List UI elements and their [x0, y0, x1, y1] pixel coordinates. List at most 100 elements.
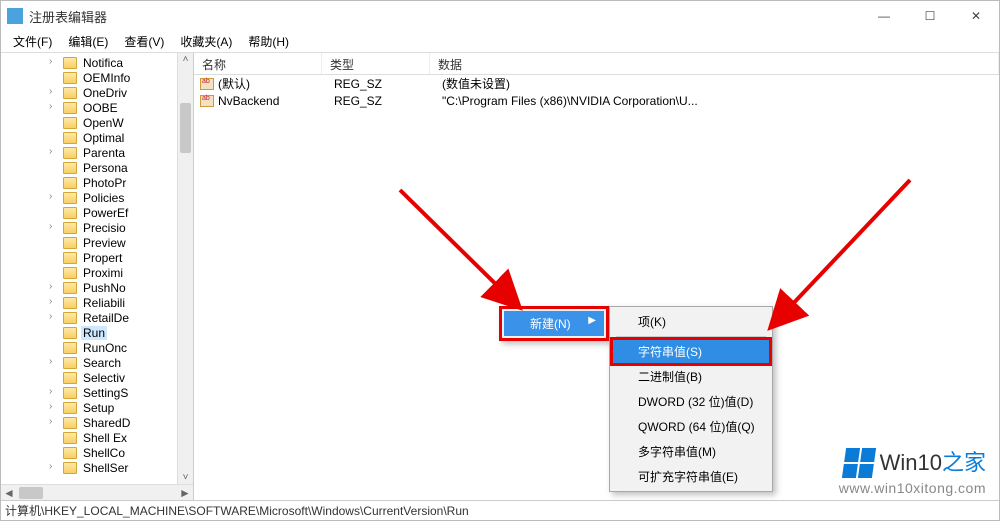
tree-item-label: Policies [81, 191, 126, 205]
expand-toggle-icon[interactable]: › [49, 402, 59, 412]
menu-item-4[interactable]: QWORD (64 位)值(Q) [612, 414, 770, 439]
tree-item[interactable]: › Notifica [1, 55, 193, 70]
expand-toggle-icon[interactable]: › [49, 57, 59, 67]
expand-toggle-icon[interactable]: › [49, 357, 59, 367]
title-bar: 注册表编辑器 — ☐ ✕ [1, 1, 999, 31]
tree-item[interactable]: ShellCo [1, 445, 193, 460]
tree-item-label: RunOnc [81, 341, 129, 355]
menu-file[interactable]: 文件(F) [5, 31, 60, 52]
tree-item[interactable]: › ShellSer [1, 460, 193, 475]
tree-item-label: ShellSer [81, 461, 130, 475]
menu-item-label: 新建(N) [530, 317, 571, 331]
folder-icon [63, 282, 77, 294]
tree-item[interactable]: RunOnc [1, 340, 193, 355]
folder-icon [63, 252, 77, 264]
tree-item[interactable]: › Policies [1, 190, 193, 205]
folder-icon [63, 372, 77, 384]
tree-item[interactable]: ›OOBE [1, 100, 193, 115]
tree-item[interactable]: Propert [1, 250, 193, 265]
expand-toggle-icon[interactable]: › [49, 312, 59, 322]
expand-toggle-icon[interactable]: › [49, 387, 59, 397]
watermark-url: www.win10xitong.com [839, 480, 986, 497]
tree-item[interactable]: Persona [1, 160, 193, 175]
scrollbar-thumb[interactable] [180, 103, 191, 153]
menu-item-new[interactable]: 新建(N) ▶ [504, 311, 604, 336]
tree-item[interactable]: Shell Ex [1, 430, 193, 445]
menu-favorites[interactable]: 收藏夹(A) [172, 31, 240, 52]
menu-item-1[interactable]: 字符串值(S) [612, 339, 770, 364]
expand-toggle-icon[interactable]: › [49, 282, 59, 292]
folder-icon [63, 312, 77, 324]
tree-item[interactable]: ›OneDriv [1, 85, 193, 100]
tree-item[interactable]: › RetailDe [1, 310, 193, 325]
tree-item[interactable]: Selectiv [1, 370, 193, 385]
tree-item[interactable]: Optimal [1, 130, 193, 145]
tree-item-label: Selectiv [81, 371, 127, 385]
tree-item[interactable]: OpenW [1, 115, 193, 130]
menu-item-5[interactable]: 多字符串值(M) [612, 439, 770, 464]
expand-toggle-icon[interactable]: › [49, 192, 59, 202]
close-button[interactable]: ✕ [953, 1, 999, 31]
tree-item[interactable]: ›SharedD [1, 415, 193, 430]
tree-item[interactable]: OEMInfo [1, 70, 193, 85]
menu-item-3[interactable]: DWORD (32 位)值(D) [612, 389, 770, 414]
registry-editor-window: 注册表编辑器 — ☐ ✕ 文件(F) 编辑(E) 查看(V) 收藏夹(A) 帮助… [0, 0, 1000, 521]
tree-horizontal-scrollbar[interactable]: ◄ ► [1, 484, 193, 500]
menu-item-2[interactable]: 二进制值(B) [612, 364, 770, 389]
column-name[interactable]: 名称 [194, 53, 322, 74]
string-value-icon [200, 78, 214, 90]
tree-item[interactable]: ›Parenta [1, 145, 193, 160]
menu-view[interactable]: 查看(V) [116, 31, 172, 52]
minimize-button[interactable]: — [861, 1, 907, 31]
tree-item[interactable]: PhotoPr [1, 175, 193, 190]
tree-vertical-scrollbar[interactable]: ˄ ˅ [177, 53, 193, 484]
app-icon [7, 8, 23, 24]
expand-toggle-icon[interactable]: › [49, 417, 59, 427]
tree-item[interactable]: › PushNo [1, 280, 193, 295]
tree-item[interactable]: ›Reliabili [1, 295, 193, 310]
menu-help[interactable]: 帮助(H) [240, 31, 297, 52]
tree-item-label: Notifica [81, 56, 125, 70]
menu-item-6[interactable]: 可扩充字符串值(E) [612, 464, 770, 489]
tree-item-label: PhotoPr [81, 176, 128, 190]
value-name: NvBackend [218, 94, 326, 108]
expand-toggle-icon[interactable]: › [49, 147, 59, 157]
list-header: 名称 类型 数据 [194, 53, 999, 75]
tree-item[interactable]: PowerEf [1, 205, 193, 220]
folder-icon [63, 432, 77, 444]
scrollbar-thumb[interactable] [19, 487, 43, 499]
tree-item[interactable]: ›Precisio [1, 220, 193, 235]
tree-item-label: RetailDe [81, 311, 131, 325]
expand-toggle-icon[interactable]: › [49, 87, 59, 97]
tree-item-label: OpenW [81, 116, 126, 130]
list-row[interactable]: NvBackendREG_SZ"C:\Program Files (x86)\N… [194, 92, 999, 109]
tree-item[interactable]: › SettingS [1, 385, 193, 400]
tree-item-label: SettingS [81, 386, 130, 400]
tree-item[interactable]: Preview [1, 235, 193, 250]
tree-list[interactable]: › NotificaOEMInfo›OneDriv›OOBEOpenWOptima… [1, 53, 193, 484]
tree-item-label: PushNo [81, 281, 128, 295]
folder-icon [63, 192, 77, 204]
folder-icon [63, 102, 77, 114]
submenu-arrow-icon: ▶ [588, 315, 596, 326]
context-menu-new: 新建(N) ▶ [499, 306, 609, 341]
expand-toggle-icon[interactable]: › [49, 222, 59, 232]
expand-toggle-icon[interactable]: › [49, 462, 59, 472]
column-data[interactable]: 数据 [430, 53, 999, 74]
string-value-icon [200, 95, 214, 107]
tree-item[interactable]: ›Search [1, 355, 193, 370]
value-data: (数值未设置) [434, 75, 999, 92]
column-type[interactable]: 类型 [322, 53, 430, 74]
expand-toggle-icon[interactable]: › [49, 102, 59, 112]
value-data: "C:\Program Files (x86)\NVIDIA Corporati… [434, 94, 999, 108]
maximize-button[interactable]: ☐ [907, 1, 953, 31]
menu-item-0[interactable]: 项(K) [612, 309, 770, 334]
tree-item[interactable]: ›Setup [1, 400, 193, 415]
tree-item[interactable]: Run [1, 325, 193, 340]
list-row[interactable]: (默认)REG_SZ(数值未设置) [194, 75, 999, 92]
tree-item-label: Run [81, 326, 107, 340]
window-title: 注册表编辑器 [29, 7, 861, 26]
menu-edit[interactable]: 编辑(E) [60, 31, 116, 52]
expand-toggle-icon[interactable]: › [49, 297, 59, 307]
tree-item[interactable]: Proximi [1, 265, 193, 280]
